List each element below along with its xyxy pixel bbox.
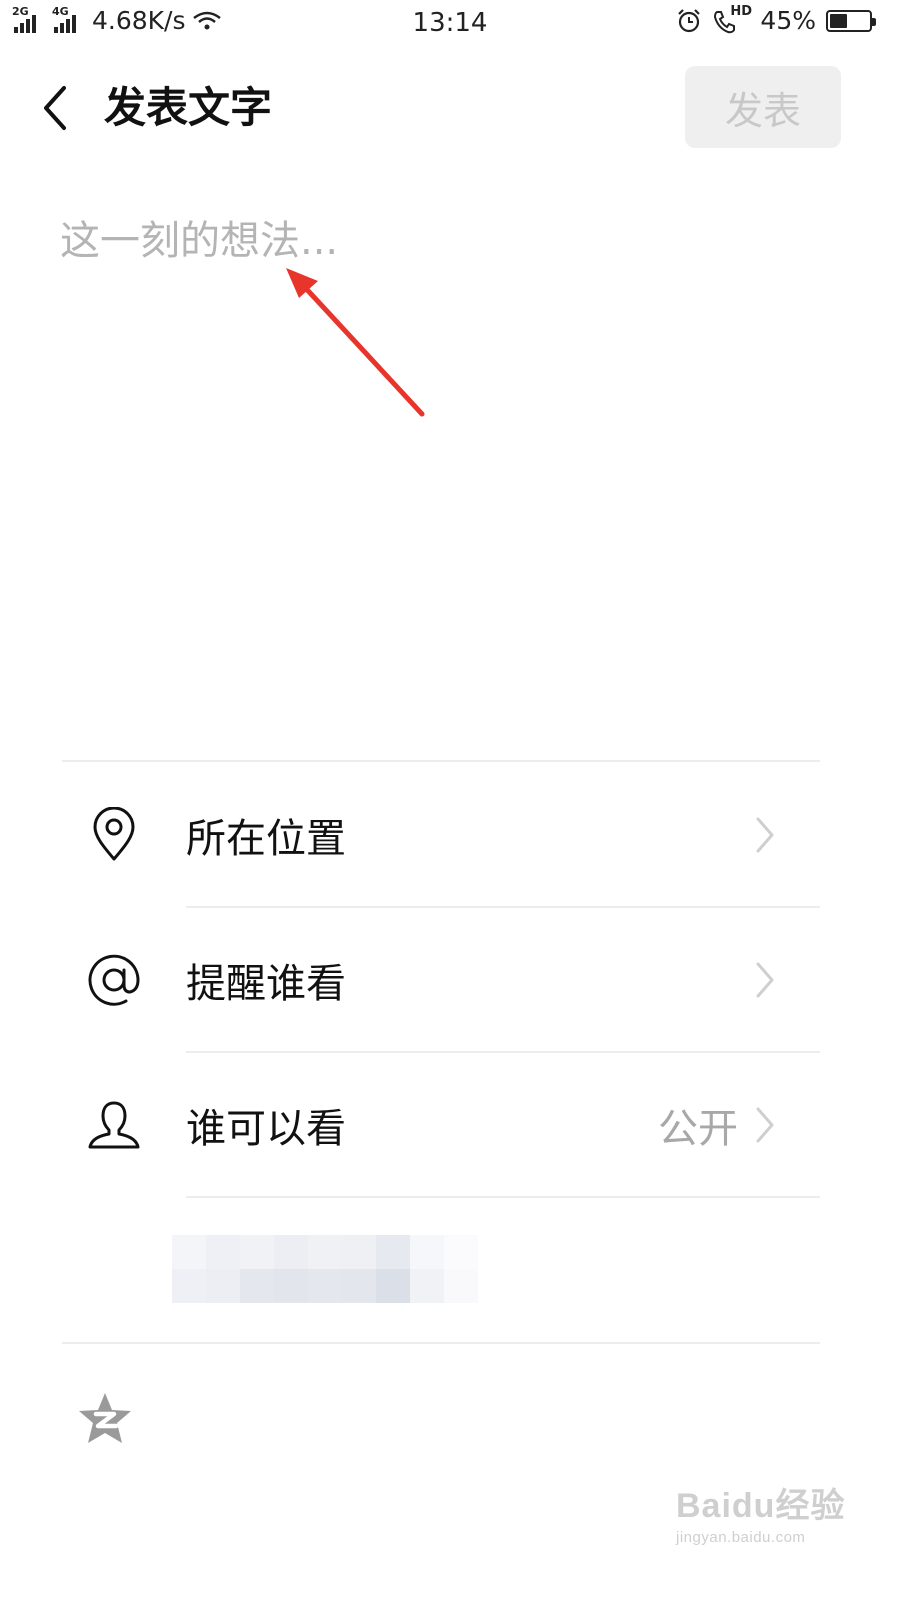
visibility-label: 谁可以看 [186, 1106, 346, 1152]
publish-button[interactable]: 发表 [685, 66, 841, 148]
chevron-right-icon [756, 962, 774, 998]
location-label: 所在位置 [186, 816, 346, 862]
mention-row[interactable]: 提醒谁看 [62, 908, 820, 1052]
chevron-right-icon [756, 817, 774, 853]
status-bar: 2G 4G 4.68K/s 13:14 HD 45% [0, 0, 900, 46]
location-row[interactable]: 所在位置 [62, 763, 820, 907]
battery-fill [830, 13, 847, 28]
alarm-clock-icon [678, 8, 701, 32]
redacted-content [172, 1235, 480, 1303]
person-icon [84, 1095, 144, 1155]
battery-percent: 45% [760, 6, 816, 35]
at-sign-icon [84, 950, 144, 1010]
back-button[interactable] [30, 78, 80, 138]
watermark: Baidu经验 jingyan.baidu.com [676, 1478, 856, 1546]
qzone-star-icon[interactable] [76, 1390, 134, 1448]
location-pin-icon [84, 805, 144, 865]
chevron-right-icon [756, 1107, 774, 1143]
divider [62, 1342, 820, 1344]
watermark-brand: Baidu经验 [676, 1487, 846, 1525]
page-title: 发表文字 [104, 83, 273, 132]
back-arrow-icon [44, 86, 66, 130]
visibility-value: 公开 [658, 1106, 738, 1152]
watermark-url: jingyan.baidu.com [676, 1529, 806, 1546]
thought-input[interactable] [60, 208, 840, 728]
battery-icon [826, 9, 876, 32]
status-right: HD 45% [676, 3, 876, 35]
divider [62, 760, 820, 762]
hd-call-icon: HD [712, 3, 753, 35]
mention-label: 提醒谁看 [186, 961, 346, 1007]
hd-label: HD [730, 3, 753, 19]
divider [186, 1196, 820, 1198]
visibility-row[interactable]: 谁可以看 公开 [62, 1053, 820, 1197]
